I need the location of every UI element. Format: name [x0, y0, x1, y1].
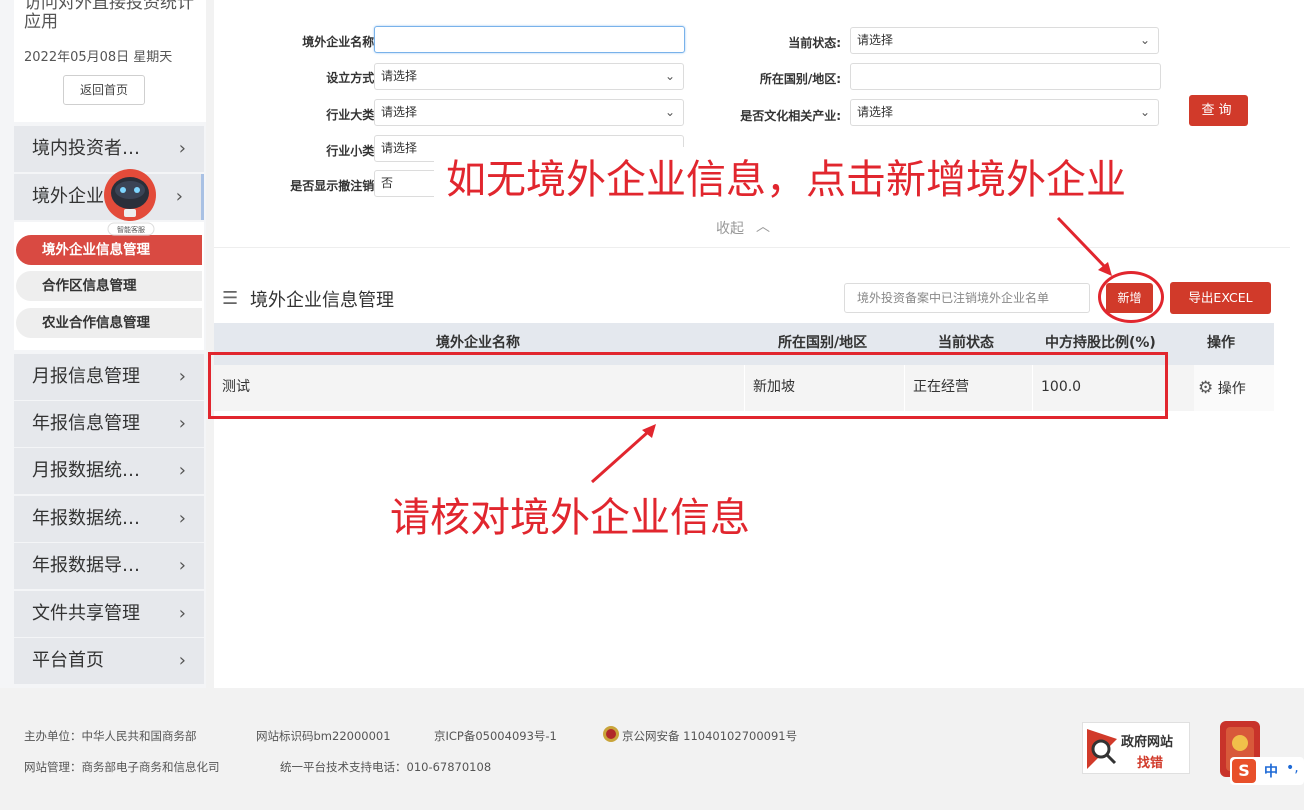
submenu-cooperation-zone-info[interactable]: 合作区信息管理 — [16, 271, 202, 301]
footer-host: 主办单位：中华人民共和国商务部 — [24, 729, 197, 743]
chevron-right-icon: › — [178, 555, 186, 576]
sidebar: 访问对外直接投资统计应用 2022年05月08日 星期天 返回首页 境内投资者…… — [0, 0, 206, 688]
status-label: 当前状态: — [788, 36, 841, 50]
industry-major-select[interactable]: 请选择 ⌄ — [374, 99, 684, 126]
industry-minor-label: 行业小类: — [326, 144, 379, 158]
setup-method-label: 设立方式: — [326, 71, 379, 85]
submenu-agriculture-cooperation-info[interactable]: 农业合作信息管理 — [16, 308, 202, 338]
cultural-industry-select[interactable]: 请选择 ⌄ — [850, 99, 1159, 126]
gov-badge-subtitle: 找错 — [1137, 756, 1164, 771]
company-name-input[interactable] — [374, 26, 685, 53]
chevron-down-icon: ⌄ — [1139, 33, 1150, 47]
chevron-right-icon: › — [175, 186, 183, 207]
country-input[interactable] — [850, 63, 1161, 90]
query-button[interactable]: 查询 — [1189, 95, 1248, 126]
menu-item-annual-export[interactable]: 年报数据导… › — [14, 543, 204, 589]
cancelled-list-search-input[interactable]: 境外投资备案中已注销境外企业名单 — [844, 283, 1090, 313]
status-select[interactable]: 请选择 ⌄ — [850, 27, 1159, 54]
gov-site-error-report-badge[interactable]: 政府网站 找错 — [1082, 722, 1190, 774]
menu-item-label: 境外企业 — [32, 186, 104, 207]
country-label: 所在国别/地区: — [759, 72, 841, 86]
menu-item-annual-stats[interactable]: 年报数据统… › — [14, 496, 204, 542]
footer-police[interactable]: 京公网安备 11040102700091号 — [622, 728, 797, 744]
robot-assistant-icon[interactable]: 智能客服 — [102, 163, 164, 239]
highlight-row-box — [208, 352, 1168, 419]
chevron-right-icon: › — [178, 366, 186, 387]
menu-item-label: 平台首页 — [32, 650, 104, 671]
cultural-industry-label: 是否文化相关产业: — [740, 109, 841, 123]
chevron-right-icon: › — [178, 508, 186, 529]
operation-label: 操作 — [1217, 381, 1246, 397]
industry-minor-value: 请选择 — [381, 141, 418, 155]
setup-method-select[interactable]: 请选择 ⌄ — [374, 63, 684, 90]
annotation-add-hint: 如无境外企业信息，点击新增境外企业 — [434, 147, 1282, 215]
menu-item-monthly-report[interactable]: 月报信息管理 › — [14, 354, 204, 400]
menu-item-file-sharing[interactable]: 文件共享管理 › — [14, 591, 204, 637]
setup-method-value: 请选择 — [381, 69, 418, 83]
chevron-down-icon: ⌄ — [1139, 105, 1150, 119]
highlight-add-circle — [1098, 271, 1164, 323]
return-home-button[interactable]: 返回首页 — [63, 75, 145, 105]
operation-button[interactable]: ⚙ 操作 — [1194, 365, 1274, 411]
main-content: 境外企业名称: 设立方式: 请选择 ⌄ 行业大类: 请选择 ⌄ 行业小类: 请选… — [214, 0, 1304, 688]
company-name-label: 境外企业名称: — [302, 35, 379, 49]
menu-item-label: 年报数据统… — [32, 508, 140, 529]
ime-language-toggle[interactable]: 中 — [1264, 761, 1278, 781]
chevron-down-icon: ⌄ — [664, 69, 675, 83]
chevron-right-icon: › — [178, 460, 186, 481]
ime-toolbar[interactable]: S 中 •, — [1230, 757, 1304, 785]
menu-item-label: 年报信息管理 — [32, 413, 140, 434]
menu-item-platform-home[interactable]: 平台首页 › — [14, 638, 204, 684]
police-badge-icon — [602, 725, 620, 746]
menu-item-label: 月报数据统… — [32, 460, 140, 481]
app-root: 访问对外直接投资统计应用 2022年05月08日 星期天 返回首页 境内投资者…… — [0, 0, 1304, 810]
chevron-right-icon: › — [178, 603, 186, 624]
chevron-up-icon[interactable]: ︿ — [756, 216, 770, 236]
show-cancelled-label: 是否显示撤注销: — [290, 179, 379, 193]
section-title: 境外企业信息管理 — [250, 290, 394, 311]
menu-item-label: 文件共享管理 — [32, 603, 140, 624]
chevron-down-icon: ⌄ — [664, 105, 675, 119]
cultural-industry-value: 请选择 — [857, 105, 894, 119]
footer-site-id: 网站标识码bm22000001 — [256, 729, 391, 743]
menu-item-label: 年报数据导… — [32, 555, 140, 576]
chevron-right-icon: › — [178, 138, 186, 159]
menu-item-monthly-stats[interactable]: 月报数据统… › — [14, 448, 204, 494]
footer-manager: 网站管理：商务部电子商务和信息化司 — [24, 760, 220, 774]
divider — [214, 247, 1290, 248]
industry-major-value: 请选择 — [381, 105, 418, 119]
export-excel-button[interactable]: 导出EXCEL — [1170, 282, 1271, 314]
current-date: 2022年05月08日 星期天 — [24, 50, 173, 65]
column-header-action: 操作 — [1207, 335, 1235, 351]
robot-label: 智能客服 — [117, 225, 145, 234]
submenu-overseas-enterprise-info[interactable]: 境外企业信息管理 — [16, 235, 202, 265]
show-cancelled-value: 否 — [381, 176, 394, 190]
industry-major-label: 行业大类: — [326, 108, 379, 122]
collapse-toggle[interactable]: 收起 — [716, 218, 744, 238]
sogou-ime-icon[interactable]: S — [1232, 759, 1256, 783]
menu-item-label: 月报信息管理 — [32, 366, 140, 387]
ime-punctuation-toggle[interactable]: •, — [1286, 760, 1299, 776]
footer-icp[interactable]: 京ICP备05004093号-1 — [434, 728, 557, 744]
gov-badge-title: 政府网站 — [1121, 735, 1174, 750]
status-value: 请选择 — [857, 33, 894, 47]
annotation-verify-hint: 请核对境外企业信息 — [380, 485, 834, 553]
magnifier-icon — [1087, 729, 1117, 769]
list-icon: ☰ — [222, 288, 239, 309]
app-title: 访问对外直接投资统计应用 — [24, 0, 194, 32]
gear-icon: ⚙ — [1198, 378, 1214, 398]
footer-support: 统一平台技术支持电话：010-67870108 — [280, 760, 492, 774]
chevron-right-icon: › — [178, 650, 186, 671]
chevron-right-icon: › — [178, 413, 186, 434]
menu-item-label: 境内投资者… — [32, 138, 140, 159]
menu-item-annual-report[interactable]: 年报信息管理 › — [14, 401, 204, 447]
